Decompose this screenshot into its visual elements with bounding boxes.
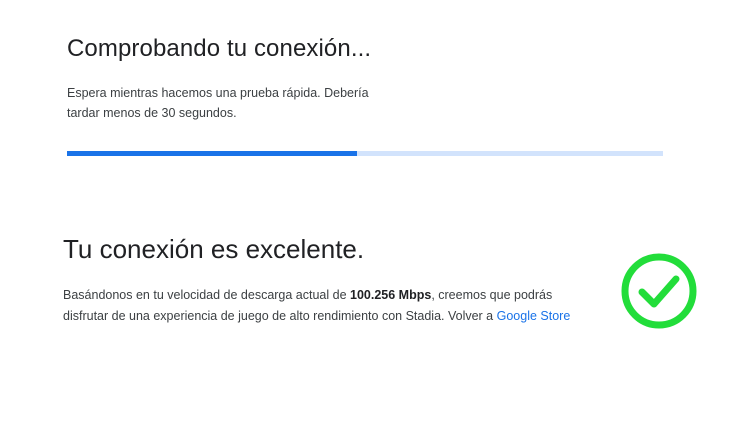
checkmark-stroke <box>638 275 680 308</box>
connection-test-page: Comprobando tu conexión... Espera mientr… <box>0 0 750 432</box>
result-description: Basándonos en tu velocidad de descarga a… <box>63 285 593 327</box>
connection-progress-bar <box>67 151 663 156</box>
download-speed-value: 100.256 Mbps <box>350 288 432 302</box>
connection-progress-fill <box>67 151 357 156</box>
google-store-link[interactable]: Google Store <box>497 309 571 323</box>
result-title: Tu conexión es excelente. <box>63 234 365 264</box>
check-circle-icon <box>621 253 697 329</box>
result-description-prefix: Basándonos en tu velocidad de descarga a… <box>63 288 351 302</box>
checking-description: Espera mientras hacemos una prueba rápid… <box>67 86 369 120</box>
check-circle-ring <box>621 253 697 329</box>
checking-title: Comprobando tu conexión... <box>67 35 372 62</box>
